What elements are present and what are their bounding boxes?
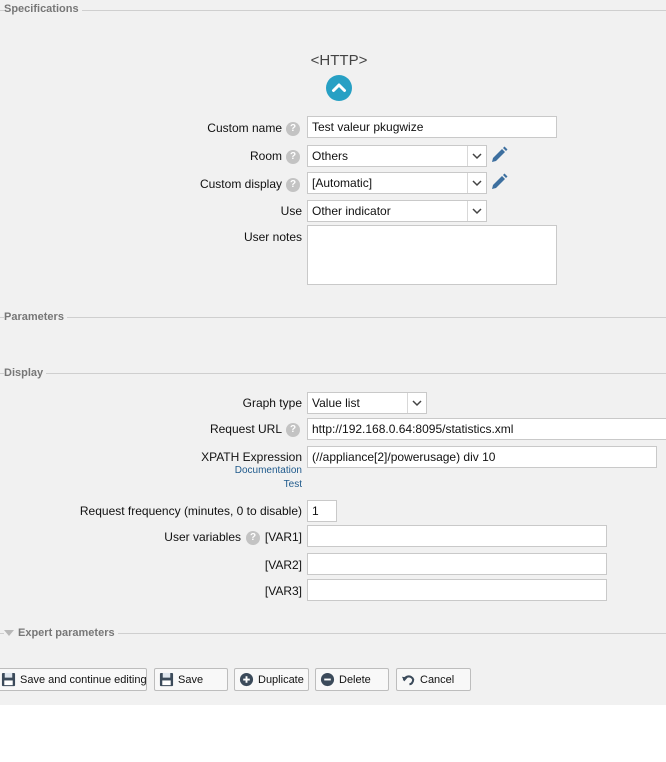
specifications-divider — [0, 10, 666, 11]
user-notes-textarea[interactable] — [307, 225, 557, 285]
xpath-label: XPATH Expression — [201, 450, 302, 464]
custom-display-edit-pencil-icon[interactable] — [490, 173, 508, 191]
room-select[interactable]: Others — [307, 145, 487, 167]
remove-circle-icon — [320, 672, 335, 687]
expert-parameters-legend: Expert parameters — [18, 627, 115, 639]
display-legend: Display — [4, 367, 47, 379]
var2-input[interactable] — [307, 553, 607, 575]
request-url-help-icon[interactable]: ? — [286, 423, 300, 437]
request-frequency-label: Request frequency (minutes, 0 to disable… — [79, 504, 302, 518]
cancel-button[interactable]: Cancel — [396, 668, 471, 691]
xpath-input[interactable]: (//appliance[2]/powerusage) div 10 — [307, 446, 657, 468]
var2-label: [VAR2] — [264, 558, 302, 572]
chevron-down-icon — [467, 146, 486, 166]
display-divider — [0, 373, 666, 374]
chevron-down-icon — [467, 201, 486, 221]
floppy-disk-icon — [1, 672, 16, 687]
delete-button[interactable]: Delete — [315, 668, 389, 691]
undo-arrow-icon — [401, 675, 415, 686]
chevron-down-icon — [407, 393, 426, 413]
custom-name-help-icon[interactable]: ? — [286, 122, 300, 136]
var1-label: [VAR1] — [264, 530, 302, 544]
delete-button-label: Delete — [339, 673, 371, 686]
var1-input[interactable] — [307, 525, 607, 547]
save-and-continue-button-label: Save and continue editing — [20, 673, 147, 686]
custom-name-input[interactable]: Test valeur pkugwize — [307, 116, 557, 138]
parameters-legend: Parameters — [4, 311, 67, 323]
device-type-title: <HTTP> — [310, 52, 368, 69]
user-notes-label: User notes — [243, 230, 302, 244]
request-frequency-input[interactable]: 1 — [307, 500, 337, 522]
add-circle-icon — [239, 672, 254, 687]
graph-type-select[interactable]: Value list — [307, 392, 427, 414]
triangle-down-icon — [4, 629, 14, 636]
form-panel: Specifications <HTTP> Custom name ? Test… — [0, 0, 666, 705]
room-edit-pencil-icon[interactable] — [490, 146, 508, 164]
chevron-down-icon — [467, 173, 486, 193]
use-label: Use — [280, 204, 302, 218]
room-help-icon[interactable]: ? — [286, 150, 300, 164]
xpath-test-link[interactable]: Test — [284, 479, 302, 490]
room-select-value: Others — [312, 149, 349, 163]
collapse-icon[interactable] — [326, 75, 352, 101]
request-url-input[interactable]: http://192.168.0.64:8095/statistics.xml — [307, 418, 666, 440]
room-label: Room — [249, 149, 282, 163]
duplicate-button[interactable]: Duplicate — [234, 668, 309, 691]
custom-display-help-icon[interactable]: ? — [286, 178, 300, 192]
floppy-disk-icon — [159, 672, 174, 687]
save-button-label: Save — [178, 673, 204, 686]
use-select[interactable]: Other indicator — [307, 200, 487, 222]
graph-type-select-value: Value list — [312, 396, 360, 410]
use-select-value: Other indicator — [312, 204, 391, 218]
xpath-documentation-link[interactable]: Documentation — [235, 465, 302, 476]
parameters-divider — [0, 317, 666, 318]
var3-label: [VAR3] — [264, 584, 302, 598]
save-button[interactable]: Save — [154, 668, 228, 691]
specifications-legend: Specifications — [4, 3, 82, 15]
duplicate-button-label: Duplicate — [258, 673, 304, 686]
custom-display-select[interactable]: [Automatic] — [307, 172, 487, 194]
cancel-button-label: Cancel — [420, 673, 455, 686]
save-and-continue-button[interactable]: Save and continue editing — [0, 668, 147, 691]
custom-display-select-value: [Automatic] — [312, 176, 373, 190]
user-variables-help-icon[interactable]: ? — [246, 531, 260, 545]
expert-parameters-toggle[interactable]: Expert parameters — [4, 627, 118, 639]
custom-display-label: Custom display — [199, 177, 282, 191]
graph-type-label: Graph type — [242, 396, 302, 410]
request-url-label: Request URL — [209, 422, 282, 436]
custom-name-label: Custom name — [207, 121, 282, 135]
var3-input[interactable] — [307, 579, 607, 601]
user-variables-label: User variables — [164, 530, 241, 544]
